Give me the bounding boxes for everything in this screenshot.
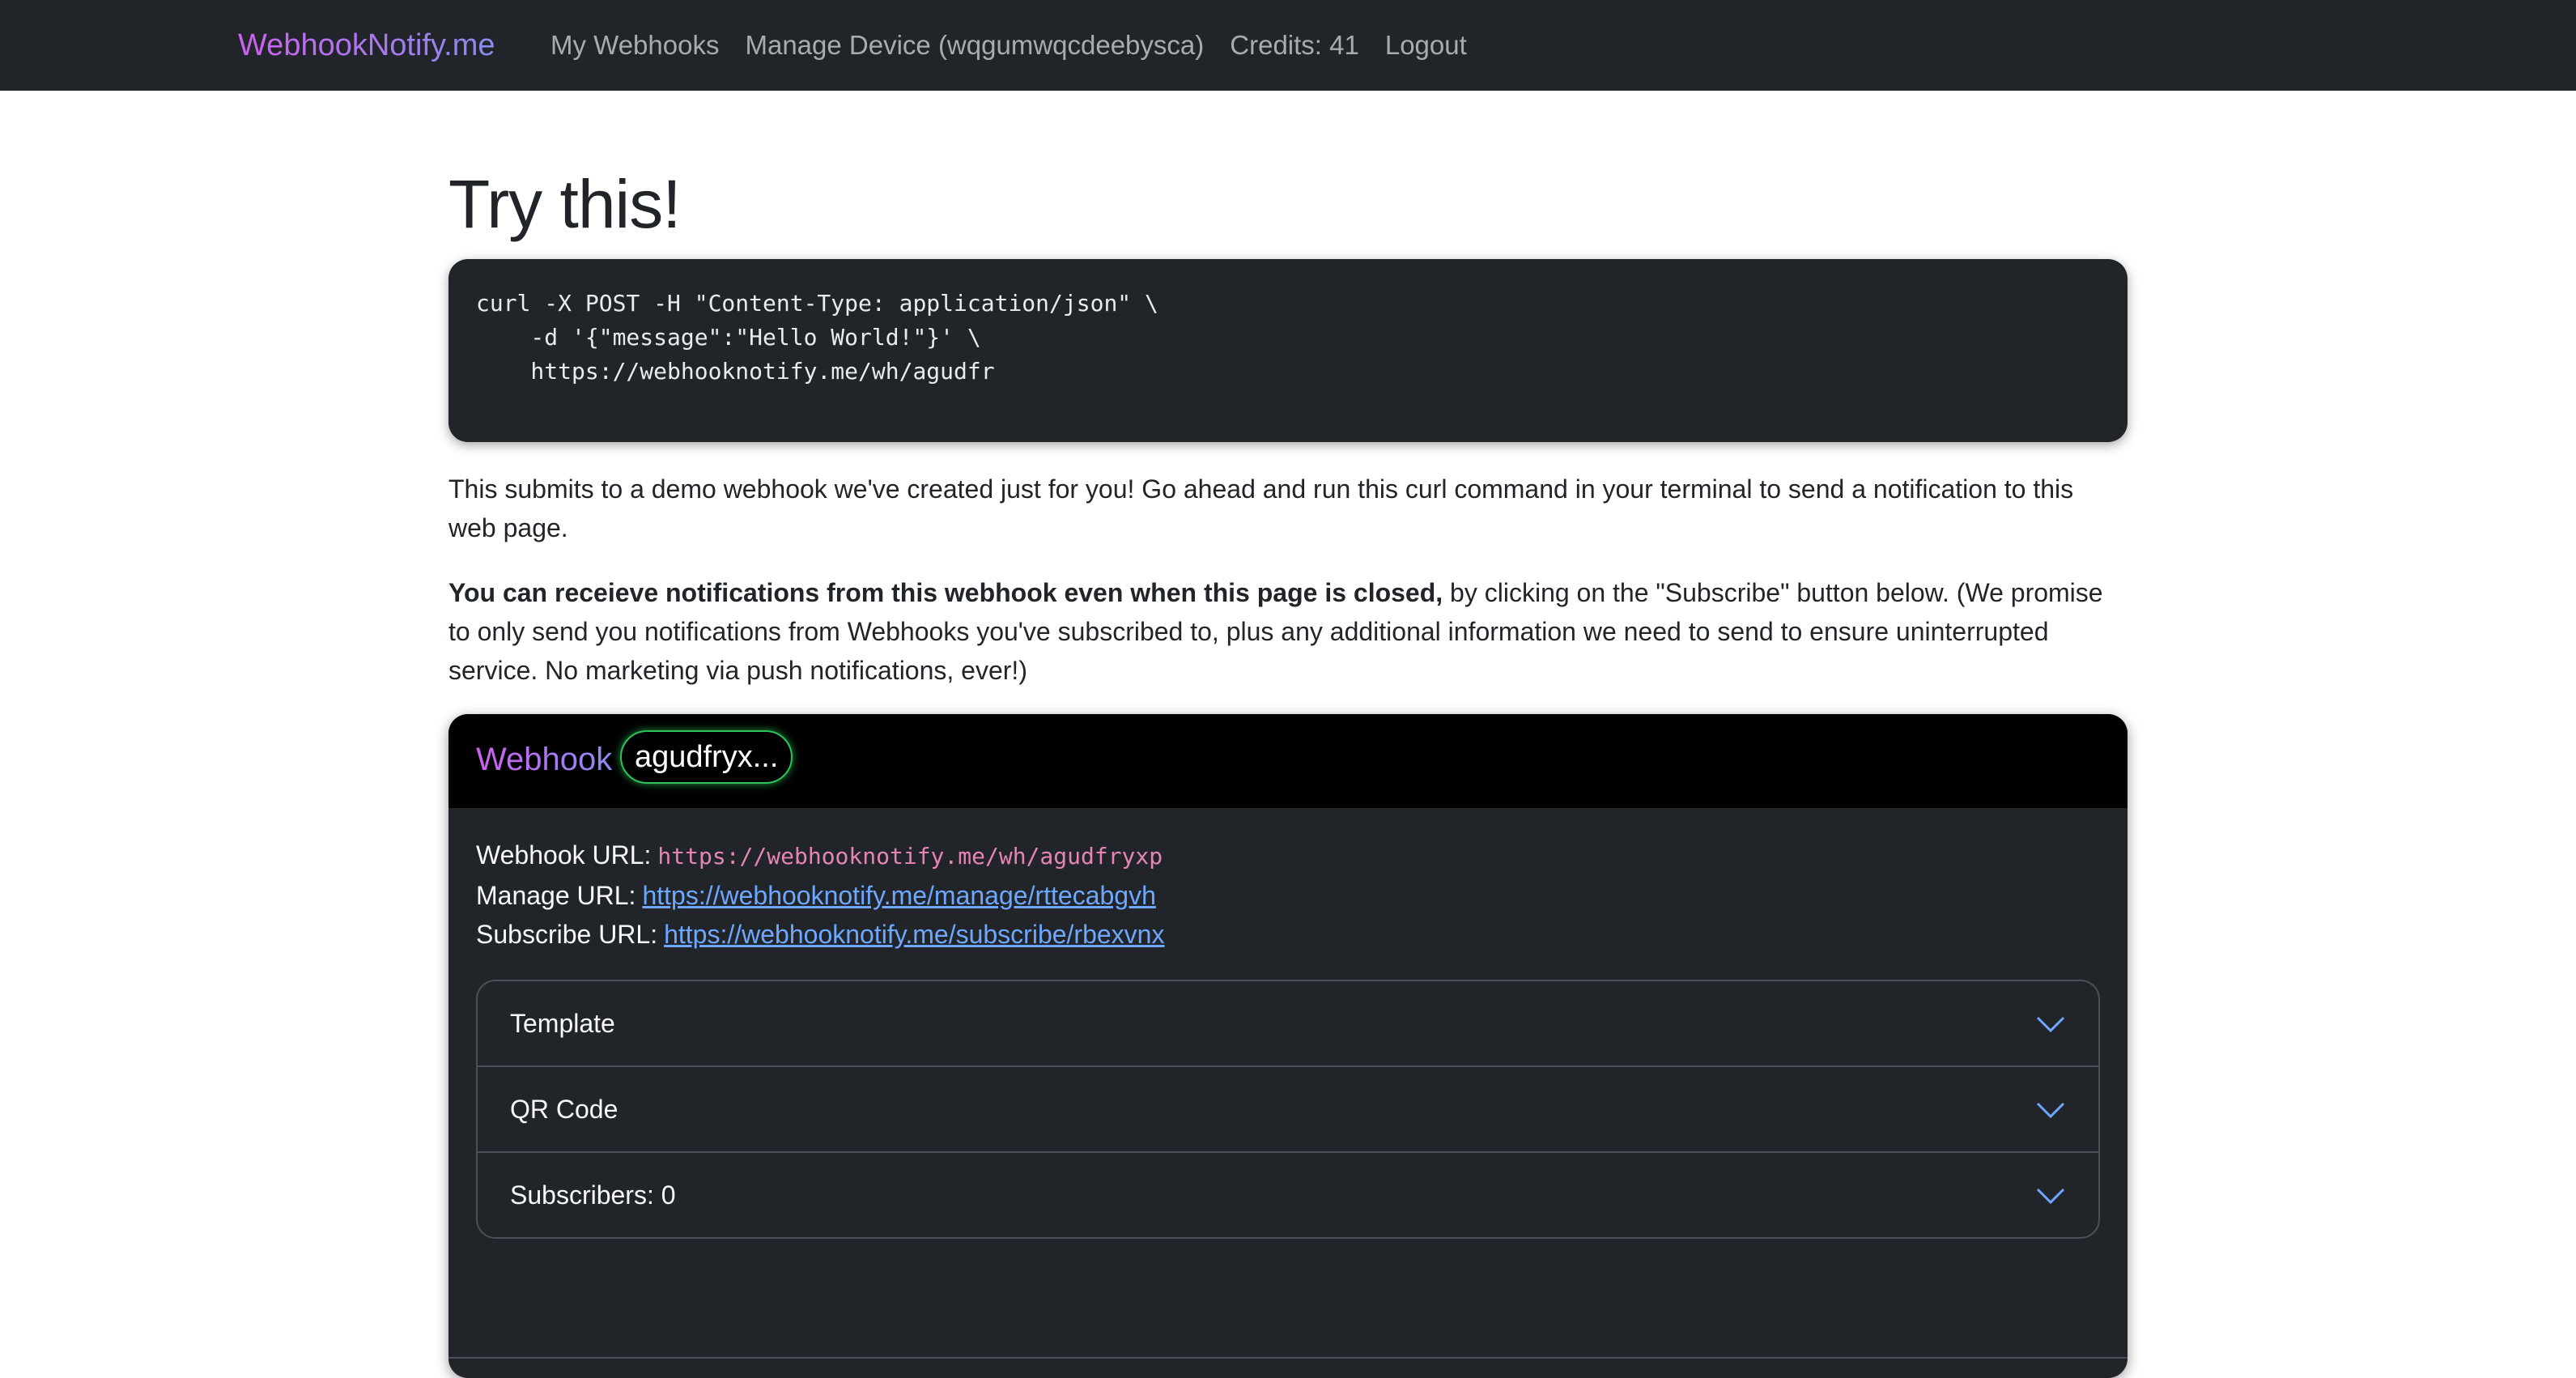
webhook-url-value[interactable]: https://webhooknotify.me/wh/agudfryxpy xyxy=(657,843,1164,870)
nav-my-webhooks[interactable]: My Webhooks xyxy=(550,24,719,66)
brand-logo[interactable]: WebhookNotify.me xyxy=(238,24,495,66)
nav-logout[interactable]: Logout xyxy=(1385,24,1467,66)
webhook-url-row: Webhook URL: https://webhooknotify.me/wh… xyxy=(476,836,2100,876)
chevron-down-icon xyxy=(2036,1016,2065,1033)
intro-paragraph: This submits to a demo webhook we've cre… xyxy=(448,474,2074,542)
accordion-template-title: Template xyxy=(510,1009,615,1038)
webhook-url-label: Webhook URL: xyxy=(476,840,652,870)
card-divider xyxy=(448,1357,2128,1359)
chevron-down-icon xyxy=(2036,1188,2065,1205)
webhook-card-header: Webhook agudfryx... xyxy=(448,714,2128,808)
webhook-id-badge: agudfryx... xyxy=(620,730,793,784)
accordion-template[interactable]: Template xyxy=(478,981,2098,1067)
manage-url-link[interactable]: https://webhooknotify.me/manage/rttecabg… xyxy=(642,881,1155,910)
manage-url-row: Manage URL: https://webhooknotify.me/man… xyxy=(476,876,2100,915)
nav-manage-device[interactable]: Manage Device (wqgumwqcdeebysca) xyxy=(745,24,1204,66)
subscribe-url-row: Subscribe URL: https://webhooknotify.me/… xyxy=(476,915,2100,954)
webhook-urls: Webhook URL: https://webhooknotify.me/wh… xyxy=(476,836,2100,954)
webhook-accordion: Template QR Code Subscribers: 0 xyxy=(476,980,2100,1239)
subscribe-info-paragraph: You can receieve notifications from this… xyxy=(448,573,2128,690)
chevron-down-icon xyxy=(2036,1102,2065,1119)
nav-credits[interactable]: Credits: 41 xyxy=(1230,24,1359,66)
navbar: WebhookNotify.me My Webhooks Manage Devi… xyxy=(0,0,2576,91)
nav-links: My Webhooks Manage Device (wqgumwqcdeeby… xyxy=(550,24,1467,66)
accordion-qr-code-title: QR Code xyxy=(510,1095,618,1124)
curl-code-block: curl -X POST -H "Content-Type: applicati… xyxy=(448,259,2128,442)
subscribe-info-bold: You can receieve notifications from this… xyxy=(448,578,1443,607)
curl-command: curl -X POST -H "Content-Type: applicati… xyxy=(476,290,1158,385)
accordion-subscribers-title: Subscribers: 0 xyxy=(510,1180,676,1210)
page-title: Try this! xyxy=(448,166,682,242)
accordion-qr-code[interactable]: QR Code xyxy=(478,1067,2098,1153)
accordion-subscribers[interactable]: Subscribers: 0 xyxy=(478,1153,2098,1237)
webhook-label: Webhook xyxy=(476,735,612,784)
subscribe-url-label: Subscribe URL: xyxy=(476,920,658,949)
manage-url-label: Manage URL: xyxy=(476,881,636,910)
subscribe-url-link[interactable]: https://webhooknotify.me/subscribe/rbexv… xyxy=(664,920,1164,949)
webhook-card: Webhook agudfryx... Webhook URL: https:/… xyxy=(448,714,2128,1378)
